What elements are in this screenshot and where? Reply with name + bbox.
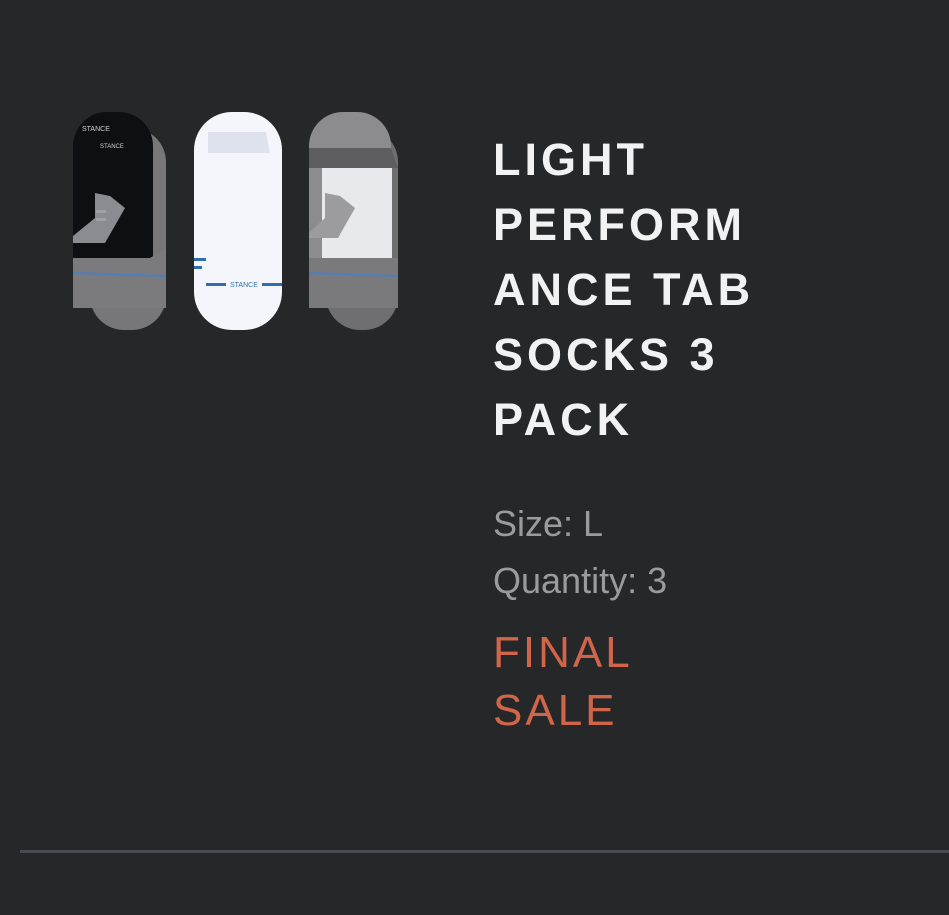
svg-text:STANCE: STANCE	[230, 282, 258, 289]
product-image[interactable]: STANCE STANCE STANCE	[70, 108, 402, 334]
order-item-page: STANCE STANCE STANCE LIGHT PERFORM ANCE …	[0, 0, 949, 915]
final-sale-line: FINAL	[493, 628, 633, 677]
white-sock-image: STANCE	[194, 112, 282, 330]
svg-text:STANCE: STANCE	[82, 126, 110, 133]
svg-text:STANCE: STANCE	[100, 144, 124, 150]
black-sock-image: STANCE STANCE	[72, 112, 167, 330]
product-title-line: ANCE TAB	[493, 264, 755, 315]
product-size: Size: L	[493, 503, 604, 544]
product-title-line: LIGHT	[493, 134, 648, 185]
product-title[interactable]: LIGHT PERFORM ANCE TAB SOCKS 3 PACK	[493, 127, 793, 452]
final-sale-label: FINAL SALE	[493, 624, 633, 740]
divider	[20, 850, 949, 853]
grey-sock-image	[308, 112, 399, 330]
product-title-line: PACK	[493, 394, 634, 445]
product-quantity: Quantity: 3	[493, 560, 668, 601]
product-title-line: SOCKS 3	[493, 329, 719, 380]
final-sale-line: SALE	[493, 686, 618, 735]
product-title-line: PERFORM	[493, 199, 746, 250]
